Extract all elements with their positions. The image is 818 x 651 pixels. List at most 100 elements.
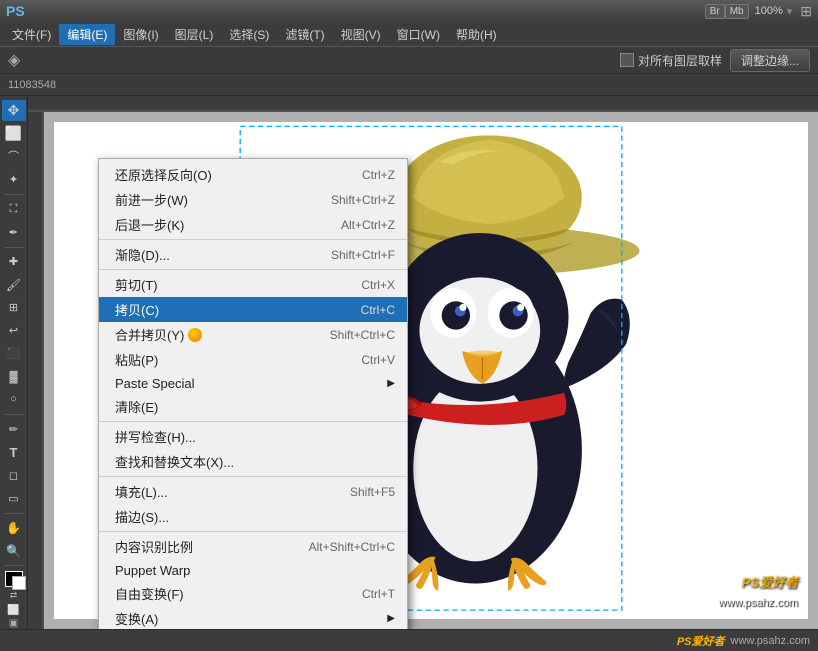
eyedropper-tool[interactable]: ✒	[2, 222, 26, 243]
title-bar: PS Br Mb 100% ▾ ⊞	[0, 0, 818, 22]
menu-item-shortcut-redo: Shift+Ctrl+Z	[311, 193, 395, 207]
menu-item-shortcut-copy: Ctrl+C	[341, 303, 395, 317]
menu-item-shortcut-fill: Shift+F5	[330, 485, 395, 499]
menu-item-arrow-transform: ▶	[387, 613, 395, 624]
menu-item-label-undo: 还原选择反向(O)	[115, 165, 212, 184]
canvas-wrapper: // rendered via inline	[28, 96, 818, 629]
tool-separator-5	[4, 565, 24, 566]
stamp-tool[interactable]: ⊞	[2, 297, 26, 318]
menu-separator-sep5	[99, 531, 407, 532]
foreground-color[interactable]	[5, 571, 23, 587]
menu-item-pastespecial[interactable]: Paste Special ▶	[99, 372, 407, 394]
menu-item-label-redo: 前进一步(W)	[115, 190, 188, 209]
menu-bar: 文件(F)编辑(E)图像(I)图层(L)选择(S)滤镜(T)视图(V)窗口(W)…	[0, 22, 818, 46]
menu-item-label-fill: 填充(L)...	[115, 482, 168, 501]
status-bar: PS爱好者 www.psahz.com	[0, 629, 818, 651]
eraser-tool[interactable]: ⬛	[2, 343, 26, 364]
tool-separator-2	[4, 247, 24, 248]
menu-file[interactable]: 文件(F)	[4, 24, 59, 45]
menu-item-paste[interactable]: 粘贴(P) Ctrl+V	[99, 347, 407, 372]
edit-menu-dropdown: 还原选择反向(O)Ctrl+Z 前进一步(W) Shift+Ctrl+Z 后退一步(K…	[98, 158, 408, 629]
all-layers-label: 对所有图层取样	[638, 52, 722, 69]
menu-item-back[interactable]: 后退一步(K) Alt+Ctrl+Z	[99, 212, 407, 237]
checkbox-all-layers[interactable]: 对所有图层取样	[620, 52, 722, 69]
menu-item-stroke[interactable]: 描边(S)...	[99, 504, 407, 529]
menu-item-copy[interactable]: 拷贝(C) Ctrl+C	[99, 297, 407, 322]
menu-item-label-freetransform: 自由变换(F)	[115, 584, 184, 603]
menu-item-copymerge[interactable]: 合并拷贝(Y) Shift+Ctrl+C	[99, 322, 407, 347]
menu-item-fill[interactable]: 填充(L)... Shift+F5	[99, 479, 407, 504]
marquee-tool[interactable]: ⬜	[2, 123, 26, 144]
menu-item-label-spell: 拼写检查(H)...	[115, 427, 196, 446]
menu-item-label-back: 后退一步(K)	[115, 215, 184, 234]
history-tool[interactable]: ↩	[2, 320, 26, 341]
type-tool[interactable]: T	[2, 442, 26, 463]
menu-item-find[interactable]: 查找和替换文本(X)...	[99, 449, 407, 474]
breadcrumb-bar: 11083548	[0, 74, 818, 96]
menu-item-label-puppetwarp: Puppet Warp	[115, 563, 190, 578]
all-layers-checkbox[interactable]	[620, 53, 634, 67]
pen-tool[interactable]: ✏	[2, 419, 26, 440]
path-tool[interactable]: ◻	[2, 465, 26, 486]
menu-item-shortcut-copymerge: Shift+Ctrl+C	[310, 328, 395, 342]
menu-view[interactable]: 视图(V)	[333, 24, 389, 45]
menu-item-label-copymerge: 合并拷贝(Y)	[115, 325, 184, 344]
tool-separator-3	[4, 414, 24, 415]
dodge-tool[interactable]: ○	[2, 389, 26, 410]
menu-item-freetransform[interactable]: 自由变换(F) Ctrl+T	[99, 581, 407, 606]
menu-item-fade[interactable]: 渐隐(D)...Shift+Ctrl+F	[99, 242, 407, 267]
gradient-tool[interactable]: ▓	[2, 366, 26, 387]
menu-item-label-paste: 粘贴(P)	[115, 350, 158, 369]
menu-item-label-clear: 清除(E)	[115, 397, 158, 416]
switch-colors-icon[interactable]: ⇄	[10, 590, 18, 601]
screen-mode-tool[interactable]: ▣	[9, 618, 18, 629]
magic-wand-tool[interactable]: ✦	[2, 169, 26, 190]
menu-item-shortcut-freetransform: Ctrl+T	[342, 587, 395, 601]
menu-filter[interactable]: 滤镜(T)	[277, 24, 332, 45]
canvas-inner: PS爱好者www.psahz.com 还原选择反向(O)Ctrl+Z前进一步(W…	[28, 112, 818, 629]
brush-tool[interactable]: 🖌	[2, 274, 26, 295]
menu-item-shortcut-back: Alt+Ctrl+Z	[321, 218, 395, 232]
menu-item-puppetwarp[interactable]: Puppet Warp	[99, 559, 407, 581]
menu-help[interactable]: 帮助(H)	[448, 24, 505, 45]
zoom-tool[interactable]: 🔍	[2, 540, 26, 561]
menu-select[interactable]: 选择(S)	[221, 24, 277, 45]
lasso-tool[interactable]: ⌒	[2, 146, 26, 167]
menu-item-cut[interactable]: 剪切(T)Ctrl+X	[99, 272, 407, 297]
menu-item-spell[interactable]: 拼写检查(H)...	[99, 424, 407, 449]
menu-item-shortcut-paste: Ctrl+V	[341, 353, 395, 367]
menu-item-arrow-pastespecial: ▶	[387, 378, 395, 389]
ps-branding: PS爱好者 www.psahz.com	[677, 633, 810, 649]
adjust-edge-button[interactable]: 调整边缘...	[730, 49, 810, 72]
quick-mask-tool[interactable]: ⬜	[7, 605, 19, 616]
menu-item-contentaware[interactable]: 内容识别比例Alt+Shift+Ctrl+C	[99, 534, 407, 559]
ps-site-watermark: www.psahz.com	[719, 597, 798, 609]
menu-item-transform[interactable]: 变换(A)▶	[99, 606, 407, 629]
menu-item-label-copy: 拷贝(C)	[115, 300, 159, 319]
ps-watermark-label: PS爱好者	[677, 633, 725, 649]
heal-tool[interactable]: ✚	[2, 251, 26, 272]
menu-item-redo[interactable]: 前进一步(W) Shift+Ctrl+Z	[99, 187, 407, 212]
minbridge-badge[interactable]: Mb	[725, 4, 749, 19]
main-area: ✥ ⬜ ⌒ ✦ ⛶ ✒ ✚ 🖌 ⊞ ↩ ⬛ ▓ ○ ✏ T ◻ ▭ ✋ 🔍 ⇄ …	[0, 96, 818, 629]
hand-tool[interactable]: ✋	[2, 517, 26, 538]
bridge-badge[interactable]: Br	[705, 4, 725, 19]
crop-tool[interactable]: ⛶	[2, 199, 26, 220]
menu-item-clear[interactable]: 清除(E)	[99, 394, 407, 419]
menu-window[interactable]: 窗口(W)	[389, 24, 448, 45]
menu-item-undo[interactable]: 还原选择反向(O)Ctrl+Z	[99, 162, 407, 187]
layout-icon[interactable]: ⊞	[800, 3, 812, 20]
menu-item-label-contentaware: 内容识别比例	[115, 537, 193, 556]
menu-edit[interactable]: 编辑(E)	[59, 24, 115, 45]
shape-tool[interactable]: ▭	[2, 488, 26, 509]
menu-separator-sep4	[99, 476, 407, 477]
menu-item-label-find: 查找和替换文本(X)...	[115, 452, 234, 471]
menu-item-icon-copymerge	[188, 328, 202, 342]
move-tool[interactable]: ✥	[2, 100, 26, 121]
tool-separator-4	[4, 513, 24, 514]
vertical-ruler	[28, 112, 44, 629]
ps-logo: PS	[6, 3, 25, 19]
menu-image[interactable]: 图像(I)	[115, 24, 166, 45]
menu-layer[interactable]: 图层(L)	[167, 24, 222, 45]
menu-item-label-pastespecial: Paste Special	[115, 376, 195, 391]
